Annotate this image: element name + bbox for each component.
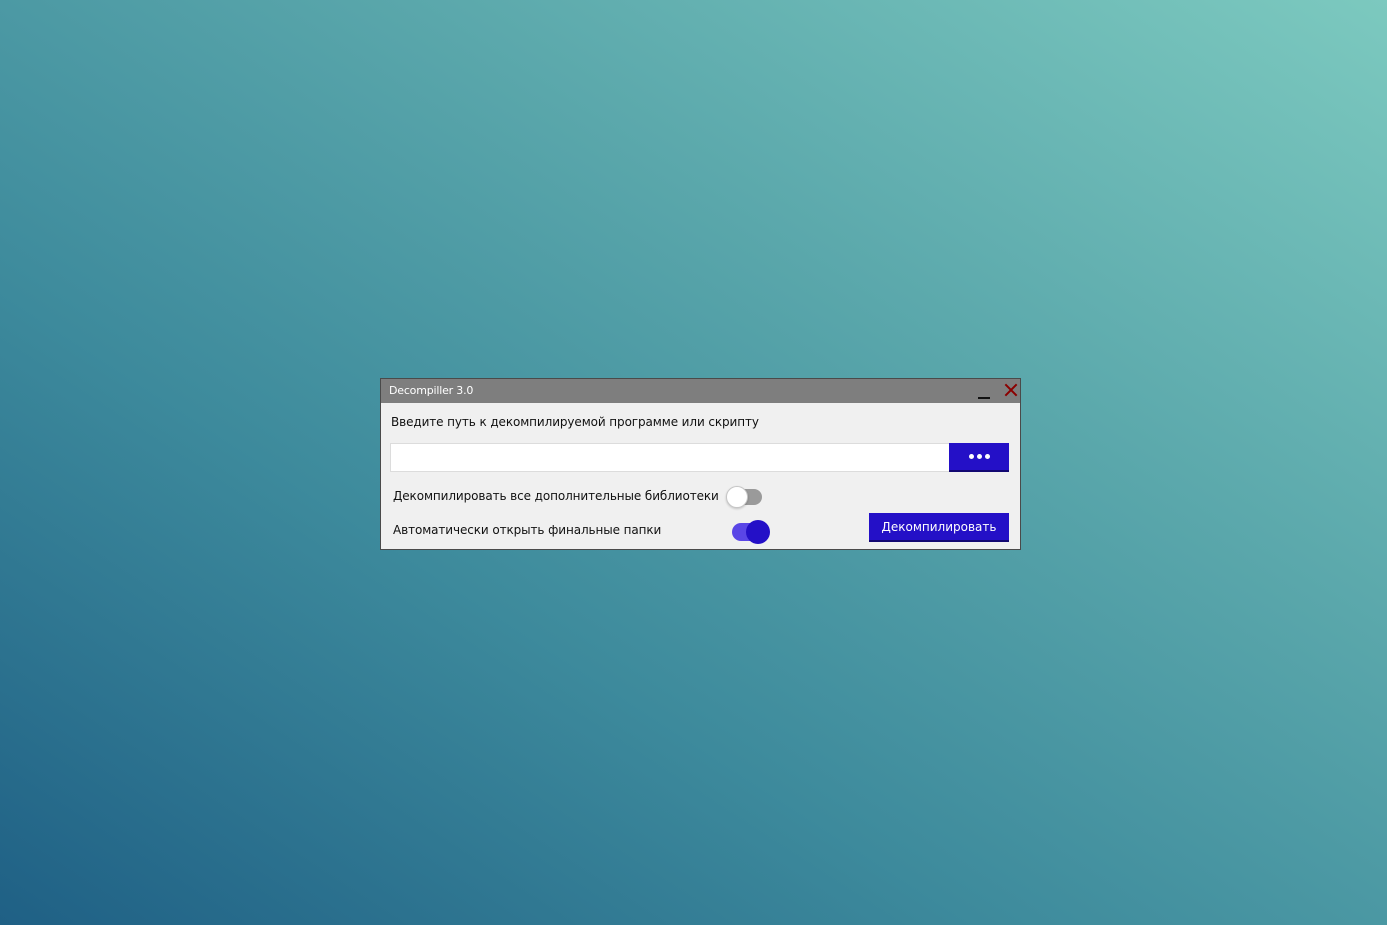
path-label: Введите путь к декомпилируемой программе… [391,415,759,429]
open-folders-toggle[interactable] [732,520,770,544]
decompile-libraries-toggle[interactable] [726,486,764,508]
path-input[interactable] [390,443,950,472]
browse-button[interactable] [949,443,1009,472]
decompiler-window: Decompiller 3.0 Введите путь к декомпили… [380,378,1021,550]
title-bar[interactable]: Decompiller 3.0 [381,379,1020,403]
window-title: Decompiller 3.0 [389,384,474,397]
ellipsis-icon [976,454,982,459]
minimize-icon[interactable] [978,387,990,399]
ellipsis-icon [984,454,990,459]
open-folders-label: Автоматически открыть финальные папки [393,523,662,537]
decompile-libraries-label: Декомпилировать все дополнительные библи… [393,489,719,503]
decompile-button[interactable]: Декомпилировать [869,513,1009,542]
close-icon[interactable] [1004,383,1018,397]
toggle-thumb [726,486,748,508]
ellipsis-icon [968,454,974,459]
toggle-thumb [746,520,770,544]
